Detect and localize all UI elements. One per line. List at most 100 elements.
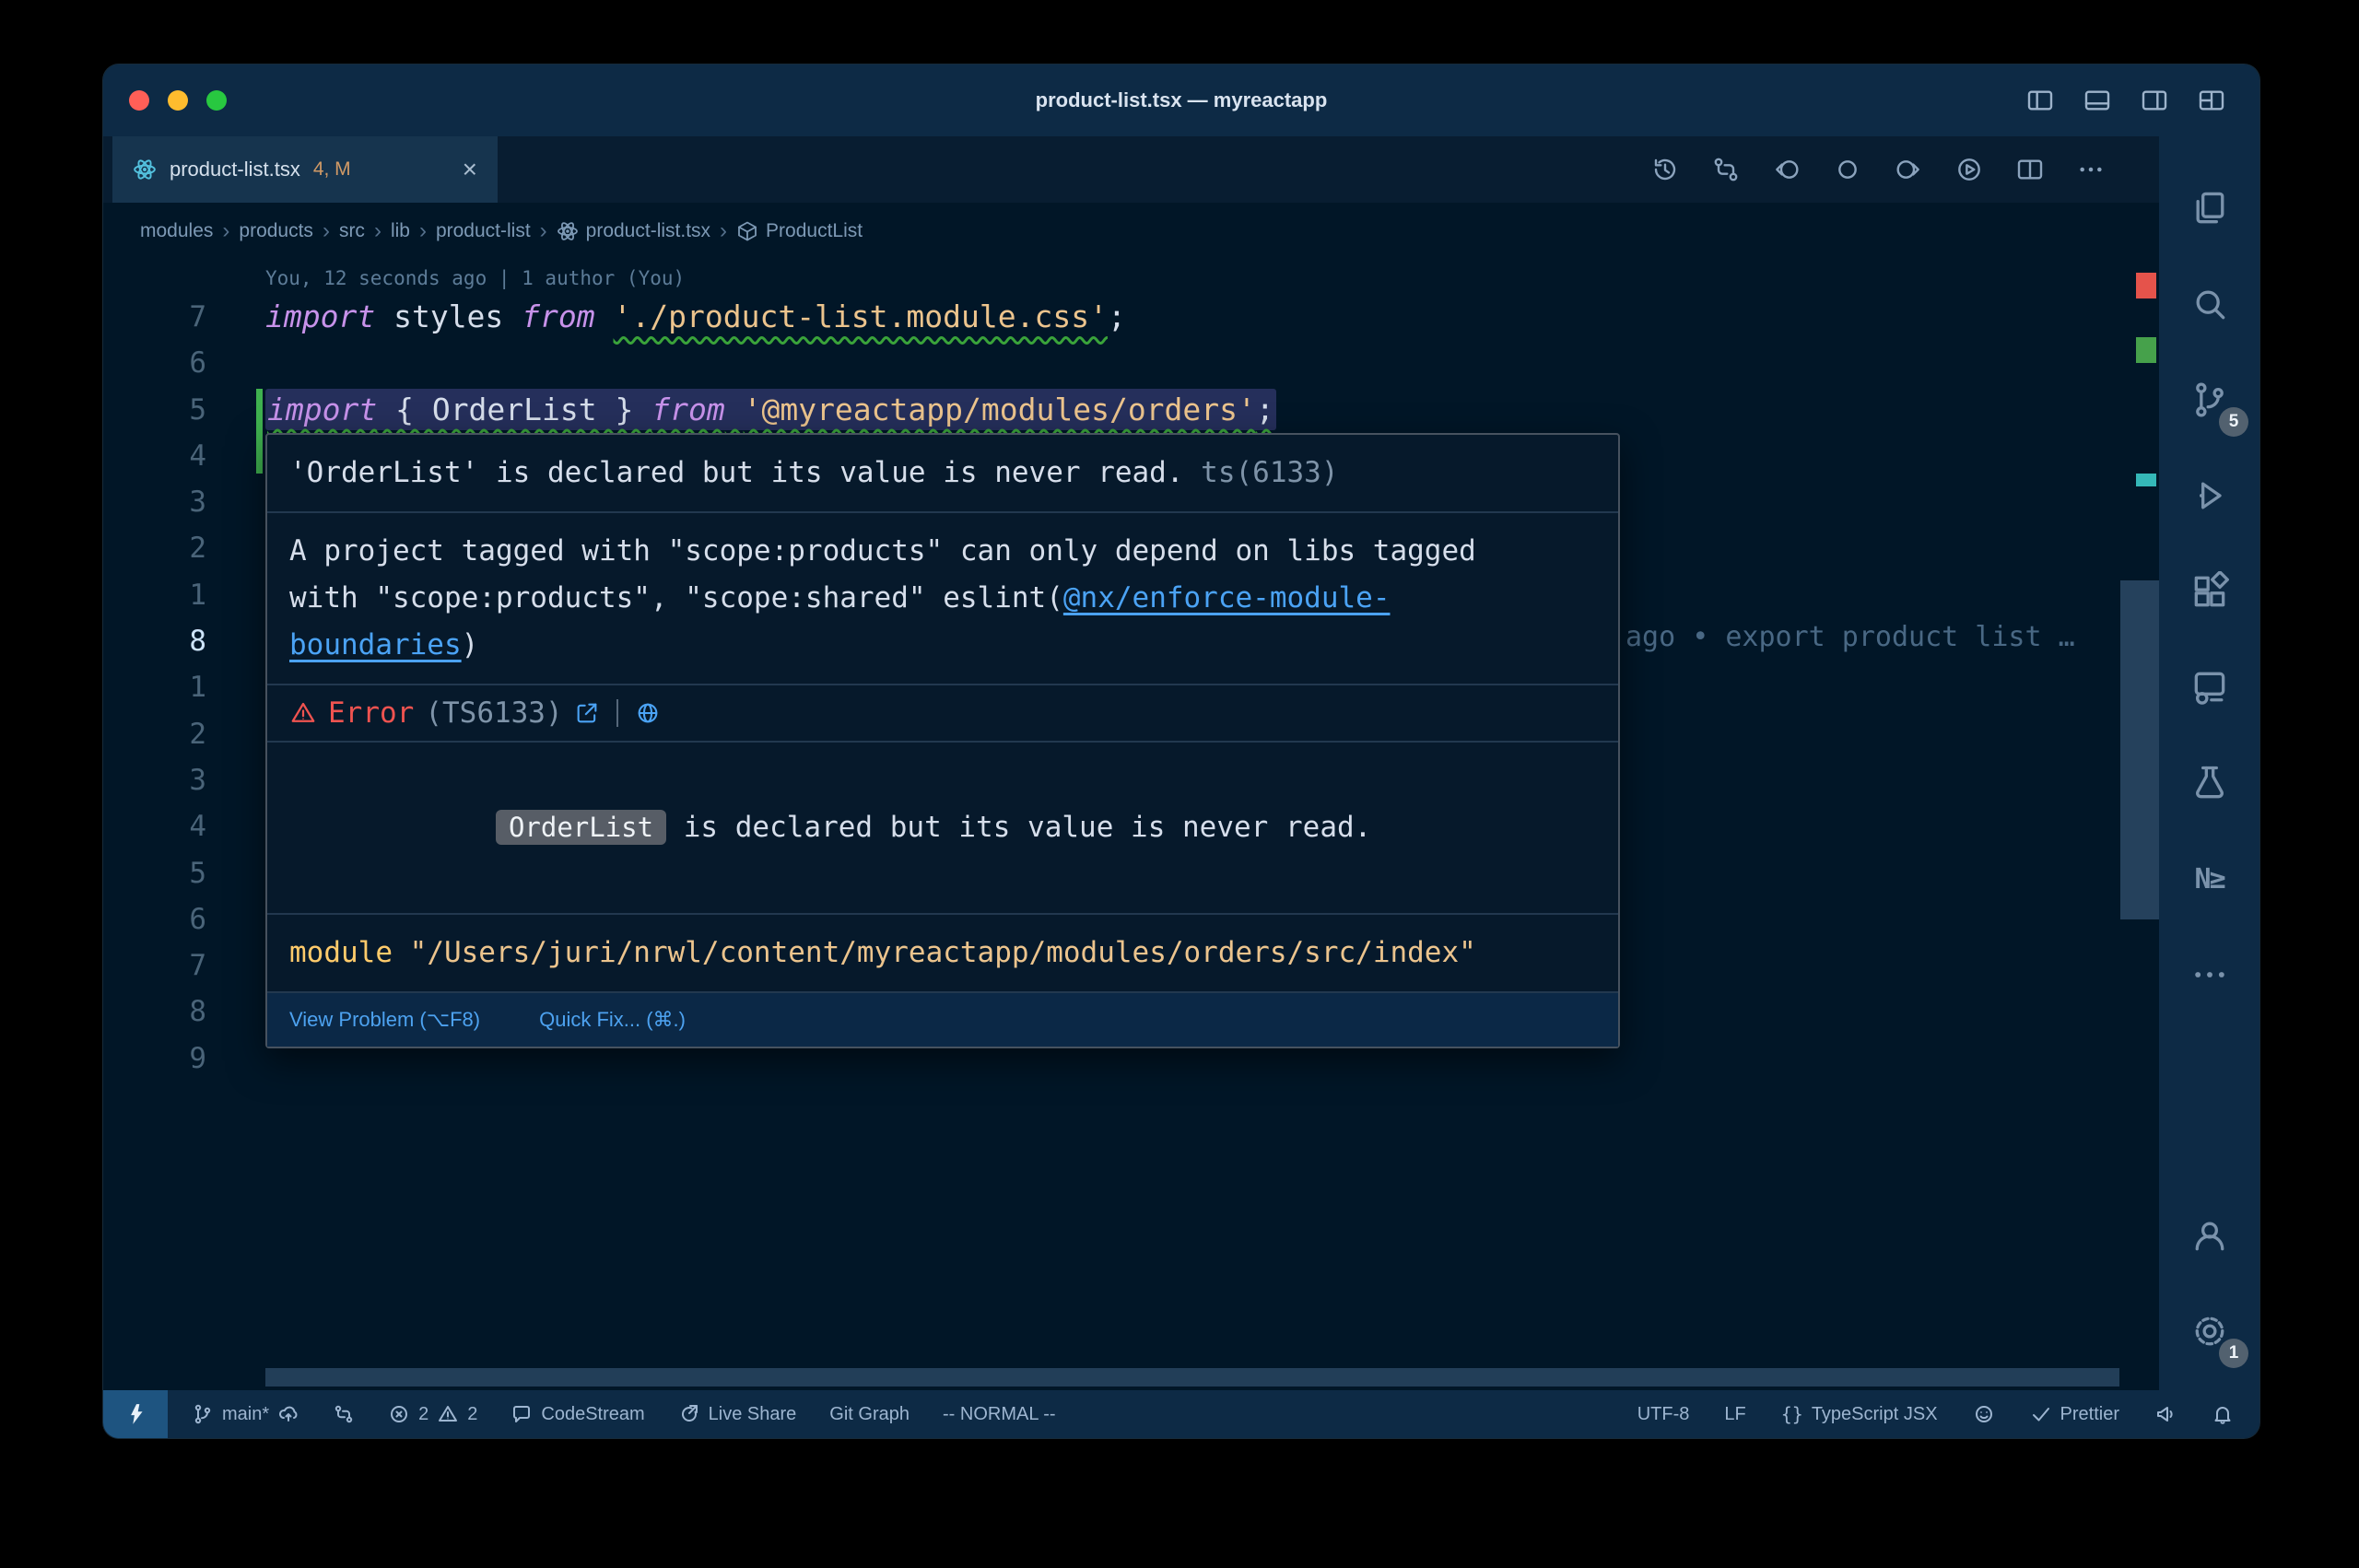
code-editor[interactable]: You, 12 seconds ago | 1 author (You) 765… [103,260,2159,1390]
sidebar-item-testing[interactable] [2159,735,2259,831]
breadcrumb-item-symbol[interactable]: ProductList [736,220,863,242]
tab-label: product-list.tsx [170,158,300,181]
info-marker [2136,474,2156,486]
horizontal-scrollbar-thumb[interactable] [265,1368,2119,1387]
chevron-right-icon: › [417,218,428,244]
vim-mode-indicator[interactable]: -- NORMAL -- [943,1404,1056,1425]
toggle-panel-icon[interactable] [2083,86,2112,115]
language-mode-status[interactable]: {} TypeScript JSX [1781,1403,1938,1425]
git-graph-status[interactable]: Git Graph [829,1404,910,1425]
warning-triangle-icon [289,699,317,727]
toggle-sidebar-icon[interactable] [2025,86,2055,115]
compare-circle-icon[interactable] [1833,155,1862,184]
chevron-right-icon: › [220,218,231,244]
external-link-icon[interactable] [574,700,600,726]
tab-decoration: 4, M [313,158,351,181]
announcement-button[interactable] [2154,1403,2177,1425]
layout-controls [2025,64,2226,136]
sidebar-item-more[interactable] [2159,927,2259,1023]
line-number: 7 [103,294,206,340]
gitlens-blame-lens[interactable]: You, 12 seconds ago | 1 author (You) [265,267,685,289]
hover-action-bar: View Problem (⌥F8) Quick Fix... (⌘.) [267,993,1618,1047]
toggle-secondary-sidebar-icon[interactable] [2140,86,2169,115]
zoom-window-button[interactable] [206,90,227,111]
line-number: 6 [103,896,206,942]
sidebar-item-explorer[interactable] [2159,160,2259,256]
encoding-status[interactable]: UTF-8 [1637,1404,1690,1425]
sidebar-item-nx-console[interactable]: N≥ [2159,831,2259,927]
divider [616,699,618,727]
code-line[interactable]: import styles from './product-list.modul… [265,294,2104,340]
breadcrumb-item-product-list[interactable]: product-list [436,220,531,242]
line-number-gutter: 76543218123456789 [103,294,206,1082]
prettier-status[interactable]: Prettier [2030,1403,2119,1425]
line-number: 2 [103,525,206,571]
settings-button[interactable]: 1 [2159,1283,2259,1379]
git-compare-icon[interactable] [1711,155,1741,184]
more-actions-icon[interactable] [2076,155,2106,184]
codestream-icon [511,1403,533,1425]
code-line[interactable]: import { OrderList } from '@myreactapp/m… [265,387,2104,433]
breadcrumb-item-file[interactable]: product-list.tsx [557,220,710,242]
remote-explorer-icon [2189,667,2230,708]
run-file-icon[interactable] [1954,155,1984,184]
run-debug-icon [2189,475,2230,516]
vscode-window: product-list.tsx — myreactapp product-li… [102,64,2260,1439]
codestream-status[interactable]: CodeStream [511,1403,644,1425]
tab-product-list[interactable]: product-list.tsx 4, M × [112,136,498,203]
error-label: Error [328,696,414,730]
beaker-icon [2189,763,2230,803]
globe-icon[interactable] [635,700,661,726]
breadcrumb-item-src[interactable]: src [339,220,365,242]
overview-ruler[interactable] [2120,260,2159,1390]
compare-icon [333,1403,355,1425]
chevron-right-icon: › [321,218,332,244]
lightning-icon [123,1402,147,1426]
smiley-icon [1973,1403,1995,1425]
notifications-button[interactable] [2212,1403,2234,1425]
bell-icon [2212,1403,2234,1425]
hover-module-path: module "/Users/juri/nrwl/content/myreact… [267,915,1618,993]
view-problem-button[interactable]: View Problem (⌥F8) [289,1008,480,1032]
account-button[interactable] [2159,1188,2259,1283]
next-change-icon[interactable] [1894,155,1923,184]
breadcrumb-item-lib[interactable]: lib [391,220,410,242]
sidebar-item-run-debug[interactable] [2159,448,2259,544]
breadcrumb-item-modules[interactable]: modules [140,220,213,242]
git-branch-status[interactable]: main* [192,1403,299,1425]
sidebar-item-source-control[interactable]: 5 [2159,352,2259,448]
close-window-button[interactable] [129,90,149,111]
chevron-right-icon: › [372,218,383,244]
close-tab-icon[interactable]: × [463,157,477,182]
feedback-smiley-button[interactable] [1973,1403,1995,1425]
sidebar-item-extensions[interactable] [2159,544,2259,639]
remote-indicator[interactable] [103,1390,168,1438]
cloud-upload-icon [277,1403,299,1425]
error-code: (TS6133) [425,696,562,730]
gitlens-compare-button[interactable] [333,1403,355,1425]
quick-fix-button[interactable]: Quick Fix... (⌘.) [539,1008,686,1032]
react-icon [557,220,579,242]
line-number: 2 [103,711,206,757]
live-share-status[interactable]: Live Share [678,1403,797,1425]
line-number: 3 [103,479,206,525]
problems-status[interactable]: 2 2 [388,1403,477,1425]
sidebar-item-remote-explorer[interactable] [2159,639,2259,735]
eol-status[interactable]: LF [1724,1404,1745,1425]
error-count: 2 [418,1404,428,1425]
files-icon [2189,188,2230,228]
split-editor-icon[interactable] [2015,155,2045,184]
history-icon[interactable] [1650,155,1680,184]
editor-actions [1650,136,2106,203]
megaphone-icon [2154,1403,2177,1425]
sidebar-item-search[interactable] [2159,256,2259,352]
minimize-window-button[interactable] [168,90,188,111]
breadcrumb-item-products[interactable]: products [239,220,313,242]
settings-badge: 1 [2219,1339,2248,1368]
vertical-scrollbar-thumb[interactable] [2120,580,2159,919]
symbol-chip: OrderList [496,810,666,845]
code-line[interactable] [265,340,2104,386]
hover-ts-message: 'OrderList' is declared but its value is… [267,435,1618,513]
prev-change-icon[interactable] [1772,155,1802,184]
customize-layout-icon[interactable] [2197,86,2226,115]
